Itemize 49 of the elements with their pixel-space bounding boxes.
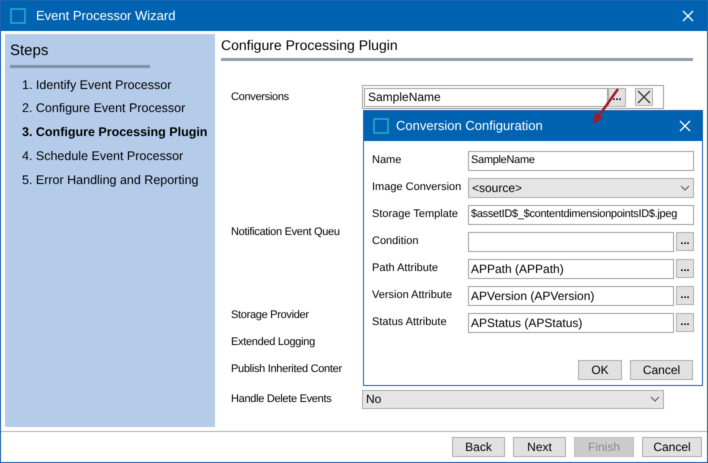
page-heading: Configure Processing Plugin xyxy=(221,35,693,61)
footer-button[interactable]: Cancel xyxy=(642,437,702,457)
field-label: Path Attribute xyxy=(372,261,440,276)
browse-button[interactable]: ... xyxy=(676,286,694,305)
step-item[interactable]: 3. Configure Processing Plugin xyxy=(22,123,215,142)
step-item[interactable]: 2. Configure Event Processor xyxy=(22,99,215,118)
field-label: Storage Provider xyxy=(231,308,310,323)
dropdown[interactable]: No xyxy=(362,390,664,408)
input-field[interactable]: APVersion (APVersion) xyxy=(468,286,674,306)
field-label: Name xyxy=(372,153,402,168)
browse-button[interactable]: ... xyxy=(676,259,694,278)
app-icon xyxy=(10,8,26,24)
field-label: Publish Inherited Conter xyxy=(231,362,343,377)
input-field[interactable]: SampleName xyxy=(364,88,608,106)
window-title: Event Processor Wizard xyxy=(36,7,176,26)
step-item[interactable]: 4. Schedule Event Processor xyxy=(22,146,215,166)
field-label: Version Attribute xyxy=(372,288,454,304)
field-label: Handle Delete Events xyxy=(231,392,332,407)
step-item[interactable]: 1. Identify Event Processor xyxy=(22,76,215,94)
input-field[interactable]: $assetID$_$contentdimensionpointsID$.jpeg xyxy=(468,204,694,224)
cancel-button[interactable]: Cancel xyxy=(630,360,693,380)
field-label: Storage Template xyxy=(372,207,460,222)
clear-icon[interactable] xyxy=(635,88,653,106)
browse-button[interactable]: ... xyxy=(676,232,694,251)
input-field[interactable] xyxy=(468,232,674,252)
field-label: Condition xyxy=(372,234,420,250)
field-label: Extended Logging xyxy=(231,334,316,350)
input-field[interactable]: APPath (APPath) xyxy=(468,258,674,278)
footer-button[interactable]: Back xyxy=(452,437,505,457)
footer-button[interactable]: Next xyxy=(513,437,566,457)
app-icon xyxy=(373,118,389,134)
close-icon[interactable] xyxy=(682,10,694,22)
field-label: Notification Event Queu xyxy=(231,224,341,240)
input-field[interactable]: SampleName xyxy=(468,150,694,170)
caret-icon xyxy=(680,184,690,190)
dropdown-value: <source> xyxy=(472,180,522,196)
field-label: Status Attribute xyxy=(372,315,448,330)
caret-icon xyxy=(650,396,660,402)
step-item[interactable]: 5. Error Handling and Reporting xyxy=(22,170,215,190)
steps-heading: Steps xyxy=(10,40,150,68)
dialog-title: Conversion Configuration xyxy=(396,117,543,136)
dropdown-value: No xyxy=(366,391,382,408)
browse-button[interactable]: ... xyxy=(676,313,694,332)
field-label: Conversions xyxy=(231,90,290,105)
close-icon[interactable] xyxy=(679,120,691,132)
field-label: Image Conversion xyxy=(372,180,462,196)
dropdown[interactable]: <source> xyxy=(468,178,694,198)
input-field[interactable]: APStatus (APStatus) xyxy=(468,312,674,332)
ok-button[interactable]: OK xyxy=(578,360,622,380)
